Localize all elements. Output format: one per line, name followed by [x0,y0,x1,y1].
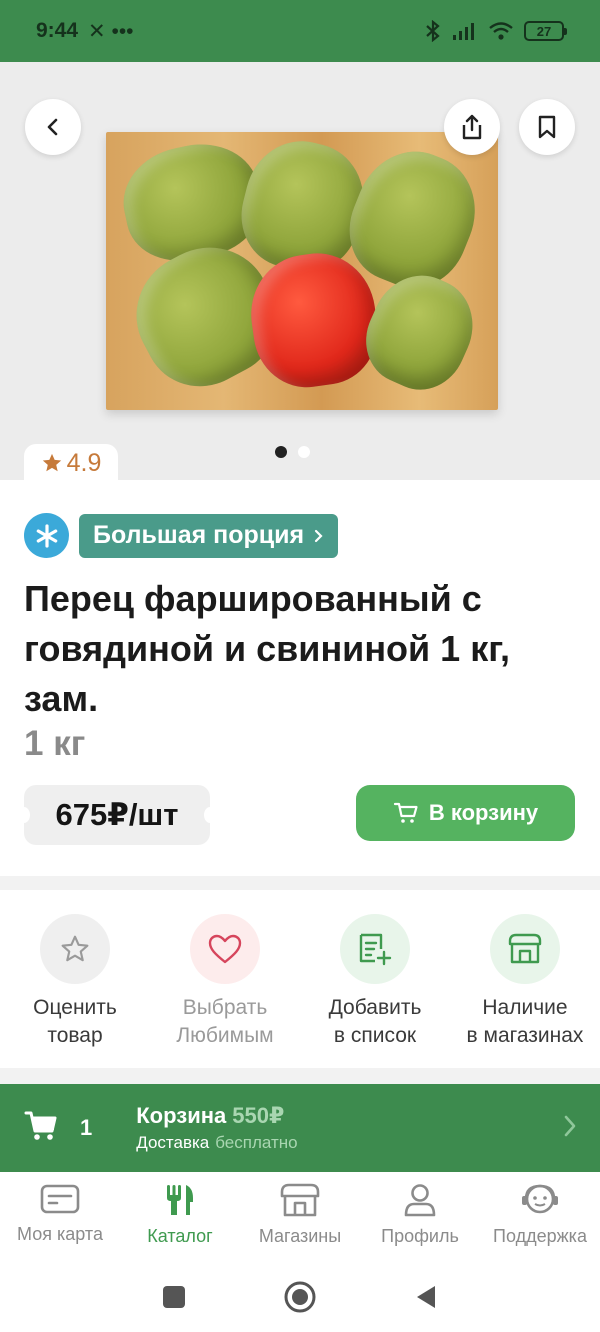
support-icon [522,1184,558,1214]
add-to-cart-label: В корзину [428,800,539,825]
nav-profile-label: Профиль [381,1226,459,1246]
add-to-list-label-text: Добавить в список [328,996,422,1047]
badge-row: Большая порция [24,513,339,558]
carousel-indicator [275,446,310,458]
delivery-row: Доставка бесплатно [136,1133,297,1153]
delivery-label: Доставка [136,1133,210,1152]
bottom-navigation: Моя карта Каталог Магазины Профиль Подде… [0,1172,600,1262]
cart-title-row: Корзина 550₽ [136,1103,297,1129]
delivery-value: бесплатно [215,1133,298,1152]
nav-catalog[interactable]: Каталог [120,1172,240,1262]
status-time: 9:44 [36,19,79,42]
store-availability-label: Наличие в магазинах [467,994,584,1050]
price-tag: 675₽/шт [18,785,216,845]
cutlery-icon [167,1185,193,1215]
cart-summary-bar[interactable]: 1 Корзина 550₽ Доставка бесплатно [0,1084,600,1172]
bluetooth-icon [426,20,440,42]
product-photo [106,129,498,410]
cart-icon [24,1110,58,1147]
rating-value: 4.9 [66,448,102,477]
cart-icon [393,802,418,823]
product-info: Большая порция Перец фаршированный с гов… [0,480,600,876]
profile-icon [404,1184,436,1217]
add-to-list-label: Добавить в список [329,994,422,1050]
back-button[interactable] [25,99,81,155]
share-icon [462,114,482,140]
add-to-list-action[interactable]: Добавить в список [300,890,450,1068]
wifi-icon [489,22,513,40]
store-availability-action[interactable]: Наличие в магазинах [450,890,600,1068]
big-portion-badge[interactable]: Большая порция [79,513,339,558]
store-availability-label-text: Наличие в магазинах [466,996,584,1047]
bookmark-button[interactable] [519,99,575,155]
cart-total: 550₽ [232,1103,285,1128]
chevron-right-icon [562,1113,578,1144]
nav-stores[interactable]: Магазины [240,1172,360,1262]
badge-label: Большая порция [93,521,305,549]
status-notification-icons: ✕ ••• [88,19,134,43]
nav-support[interactable]: Поддержка [480,1172,600,1262]
rating-badge: 4.9 [24,444,118,480]
nav-catalog-label: Каталог [147,1226,213,1246]
carousel-dot-active [275,446,287,458]
favorite-label-text: Выбрать Любимым [176,996,274,1047]
store-icon [280,1183,320,1217]
product-actions: Оценить товар Выбрать Любимым Добавить в… [0,890,600,1068]
rate-label: Оценить товар [33,994,117,1050]
nav-my-card[interactable]: Моя карта [0,1172,120,1262]
rate-product-action[interactable]: Оценить товар [0,890,150,1068]
cart-item-count: 1 [80,1115,93,1140]
section-divider [0,1068,600,1084]
product-weight: 1 кг [24,724,86,763]
recent-apps-button[interactable] [161,1284,187,1310]
card-icon [40,1184,80,1214]
status-right-icons: 27 [424,20,567,42]
section-divider [0,876,600,890]
signal-icon [453,23,474,40]
nav-support-label: Поддержка [493,1226,587,1246]
add-to-cart-button[interactable]: В корзину [356,785,575,841]
cart-text: Корзина 550₽ Доставка бесплатно [136,1103,297,1153]
bookmark-icon [538,115,556,139]
chevron-right-icon [315,529,323,542]
battery-icon: 27 [524,21,567,41]
star-icon [61,935,89,962]
cart-title: Корзина [136,1103,227,1128]
price-value: 675₽/шт [55,797,179,832]
share-button[interactable] [444,99,500,155]
store-icon [508,933,542,964]
favorite-label: Выбрать Любимым [176,994,273,1050]
system-navigation-bar [0,1262,600,1332]
chevron-left-icon [47,118,58,136]
favorite-action[interactable]: Выбрать Любимым [150,890,300,1068]
store-availability-circle [490,914,560,984]
status-bar: 9:44 ✕ ••• 27 [0,0,600,62]
heart-icon [208,934,242,964]
frozen-icon [24,513,69,558]
rate-circle [40,914,110,984]
favorite-circle [190,914,260,984]
nav-stores-label: Магазины [258,1226,342,1246]
star-icon [42,453,61,472]
rate-label-text: Оценить товар [33,996,117,1047]
add-to-list-circle [340,914,410,984]
nav-profile[interactable]: Профиль [360,1172,480,1262]
product-title: Перец фаршированный с говядиной и свинин… [24,578,511,719]
home-button[interactable] [283,1280,317,1314]
nav-my-card-label: Моя карта [17,1224,103,1244]
product-image-carousel[interactable]: 4.9 [0,62,600,480]
list-add-icon [359,933,392,966]
carousel-dot [298,446,310,458]
back-nav-button[interactable] [413,1283,439,1311]
